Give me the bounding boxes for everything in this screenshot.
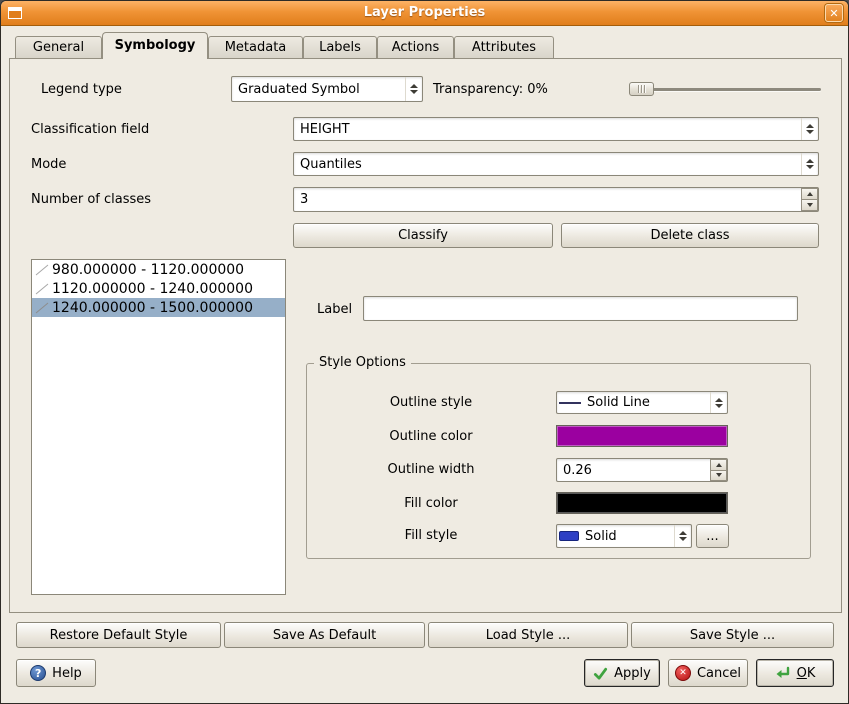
classification-field-label: Classification field (31, 122, 149, 137)
tab-metadata[interactable]: Metadata (208, 36, 303, 58)
list-item[interactable]: 980.000000 - 1120.000000 (32, 260, 285, 279)
label-field-label: Label (317, 302, 352, 317)
line-symbol-icon (34, 282, 50, 296)
label-input[interactable] (363, 296, 798, 321)
checkmark-icon (593, 666, 608, 681)
outline-width-input[interactable] (557, 459, 709, 481)
outline-style-value: Solid Line (581, 395, 710, 410)
enter-arrow-icon (775, 665, 791, 681)
transparency-label: Transparency: 0% (433, 82, 548, 97)
combo-arrows-icon (710, 392, 727, 413)
spinner-buttons (710, 459, 727, 481)
save-style-button[interactable]: Save Style ... (631, 622, 834, 648)
combo-arrows-icon (801, 118, 818, 140)
restore-default-style-button[interactable]: Restore Default Style (16, 622, 221, 648)
fill-color-label: Fill color (321, 496, 541, 511)
load-style-label: Load Style ... (486, 628, 571, 643)
browse-button-label: ... (706, 529, 718, 544)
number-of-classes-label: Number of classes (31, 192, 151, 207)
spin-up-icon[interactable] (710, 459, 727, 471)
cancel-icon: ✕ (675, 665, 691, 681)
class-range: 1120.000000 - 1240.000000 (52, 281, 253, 297)
number-of-classes-spinner (293, 187, 819, 212)
apply-button[interactable]: Apply (584, 659, 660, 687)
save-as-default-label: Save As Default (273, 628, 376, 643)
combo-arrows-icon (405, 77, 422, 101)
apply-button-label: Apply (614, 666, 651, 681)
save-style-label: Save Style ... (690, 628, 775, 643)
classify-button-label: Classify (398, 228, 448, 243)
spin-up-icon[interactable] (801, 188, 818, 200)
ok-button-label: OK (797, 666, 816, 681)
classify-button[interactable]: Classify (293, 223, 553, 248)
fill-color-button[interactable] (556, 492, 728, 514)
fill-style-label: Fill style (321, 528, 541, 543)
layer-properties-dialog: Layer Properties ✕ General Symbology Met… (0, 0, 849, 704)
tab-actions[interactable]: Actions (377, 36, 454, 58)
style-options-title: Style Options (314, 355, 411, 370)
outline-color-label: Outline color (321, 429, 541, 444)
fill-style-value: Solid (579, 529, 674, 544)
help-button-label: Help (52, 666, 82, 681)
outline-style-combo[interactable]: Solid Line (556, 391, 728, 414)
cancel-button[interactable]: ✕ Cancel (668, 659, 748, 687)
solid-line-icon (559, 402, 581, 404)
titlebar[interactable]: Layer Properties ✕ (1, 1, 848, 26)
mode-label: Mode (31, 157, 66, 172)
legend-type-combo[interactable]: Graduated Symbol (231, 76, 423, 102)
fill-style-combo[interactable]: Solid (556, 524, 692, 548)
ok-button[interactable]: OK (756, 659, 834, 687)
save-as-default-button[interactable]: Save As Default (224, 622, 425, 648)
class-list: 980.000000 - 1120.000000 1120.000000 - 1… (31, 259, 286, 595)
list-item[interactable]: 1120.000000 - 1240.000000 (32, 279, 285, 298)
delete-class-button-label: Delete class (650, 228, 729, 243)
outline-style-label: Outline style (321, 395, 541, 410)
classification-field-value: HEIGHT (294, 122, 801, 137)
cancel-button-label: Cancel (697, 666, 741, 681)
tab-symbology[interactable]: Symbology (102, 32, 208, 59)
window-title: Layer Properties (1, 5, 848, 20)
fill-style-browse-button[interactable]: ... (696, 524, 729, 548)
mode-value: Quantiles (294, 157, 801, 172)
delete-class-button[interactable]: Delete class (561, 223, 819, 248)
load-style-button[interactable]: Load Style ... (428, 622, 628, 648)
tab-labels[interactable]: Labels (303, 36, 377, 58)
list-item-selected[interactable]: 1240.000000 - 1500.000000 (32, 298, 285, 317)
spin-down-icon[interactable] (710, 471, 727, 482)
combo-arrows-icon (674, 525, 691, 547)
spinner-buttons (801, 188, 818, 211)
class-range: 1240.000000 - 1500.000000 (52, 300, 253, 316)
outline-width-label: Outline width (321, 462, 541, 477)
classification-field-combo[interactable]: HEIGHT (293, 117, 819, 141)
class-range: 980.000000 - 1120.000000 (52, 262, 244, 278)
slider-groove[interactable] (629, 88, 821, 91)
transparency-slider[interactable] (629, 81, 821, 97)
slider-handle[interactable] (629, 82, 654, 96)
legend-type-label: Legend type (41, 82, 122, 97)
outline-width-spinner (556, 458, 728, 482)
spin-down-icon[interactable] (801, 200, 818, 211)
combo-arrows-icon (801, 153, 818, 175)
close-icon: ✕ (829, 7, 838, 20)
tab-attributes[interactable]: Attributes (454, 36, 554, 58)
outline-color-button[interactable] (556, 425, 728, 447)
solid-fill-icon (559, 531, 579, 541)
tab-general[interactable]: General (15, 36, 102, 58)
help-button[interactable]: ? Help (16, 659, 96, 687)
line-symbol-icon (34, 263, 50, 277)
close-button[interactable]: ✕ (825, 4, 843, 22)
number-of-classes-input[interactable] (294, 188, 800, 211)
restore-default-style-label: Restore Default Style (50, 628, 188, 643)
line-symbol-icon (34, 301, 50, 315)
legend-type-value: Graduated Symbol (232, 82, 405, 97)
help-icon: ? (30, 665, 46, 681)
mode-combo[interactable]: Quantiles (293, 152, 819, 176)
